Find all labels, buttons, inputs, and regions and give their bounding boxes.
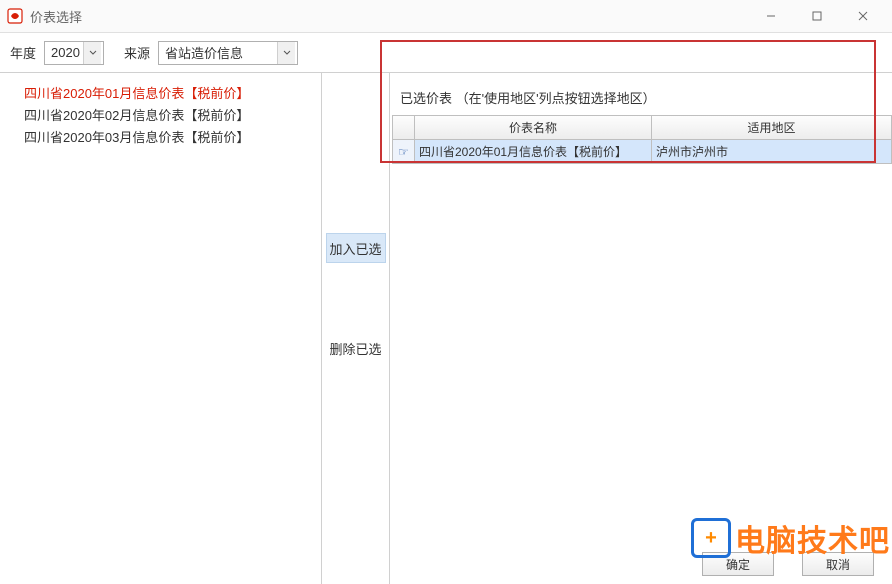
window-title: 价表选择 (30, 7, 82, 26)
minimize-button[interactable] (748, 1, 794, 31)
window-controls (748, 1, 886, 31)
cancel-button[interactable]: 取消 (802, 552, 874, 576)
list-item[interactable]: 四川省2020年01月信息价表【税前价】 (8, 83, 313, 105)
selected-section-title: 已选价表 （在'使用地区'列点按钮选择地区） (392, 73, 892, 115)
maximize-button[interactable] (794, 1, 840, 31)
year-label: 年度 (10, 43, 36, 62)
table-row[interactable]: ☞ 四川省2020年01月信息价表【税前价】 泸州市泸州市 (393, 140, 892, 164)
year-combo[interactable]: 2020 (44, 41, 104, 65)
row-handle-header (393, 116, 415, 140)
title-bar: 价表选择 (0, 0, 892, 33)
main-layout: 四川省2020年01月信息价表【税前价】 四川省2020年02月信息价表【税前价… (0, 73, 892, 584)
available-list[interactable]: 四川省2020年01月信息价表【税前价】 四川省2020年02月信息价表【税前价… (0, 73, 322, 584)
pointer-icon: ☞ (398, 145, 409, 159)
remove-button[interactable]: 删除已选 (326, 333, 386, 363)
row-indicator: ☞ (393, 140, 415, 164)
add-button[interactable]: 加入已选 (326, 233, 386, 263)
row-region-cell[interactable]: 泸州市泸州市 (652, 140, 892, 164)
chevron-down-icon (277, 42, 295, 64)
column-header-name[interactable]: 价表名称 (415, 116, 652, 140)
source-combo[interactable]: 省站造价信息 (158, 41, 298, 65)
grid-header: 价表名称 适用地区 (393, 116, 892, 140)
transfer-controls: 加入已选 删除已选 (322, 73, 390, 584)
chevron-down-icon (83, 42, 101, 64)
row-name-cell[interactable]: 四川省2020年01月信息价表【税前价】 (415, 140, 652, 164)
toolbar: 年度 2020 来源 省站造价信息 (0, 33, 892, 73)
ok-button[interactable]: 确定 (702, 552, 774, 576)
app-icon (6, 7, 24, 25)
selected-pane: 已选价表 （在'使用地区'列点按钮选择地区） 价表名称 适用地区 ☞ 四川省20… (390, 73, 892, 584)
close-button[interactable] (840, 1, 886, 31)
source-label: 来源 (124, 43, 150, 62)
list-item[interactable]: 四川省2020年03月信息价表【税前价】 (8, 127, 313, 149)
year-value: 2020 (51, 45, 80, 60)
dialog-footer: 确定 取消 (702, 552, 874, 576)
selected-grid[interactable]: 价表名称 适用地区 ☞ 四川省2020年01月信息价表【税前价】 泸州市泸州市 (392, 115, 892, 164)
source-value: 省站造价信息 (165, 43, 243, 62)
column-header-region[interactable]: 适用地区 (652, 116, 892, 140)
list-item[interactable]: 四川省2020年02月信息价表【税前价】 (8, 105, 313, 127)
